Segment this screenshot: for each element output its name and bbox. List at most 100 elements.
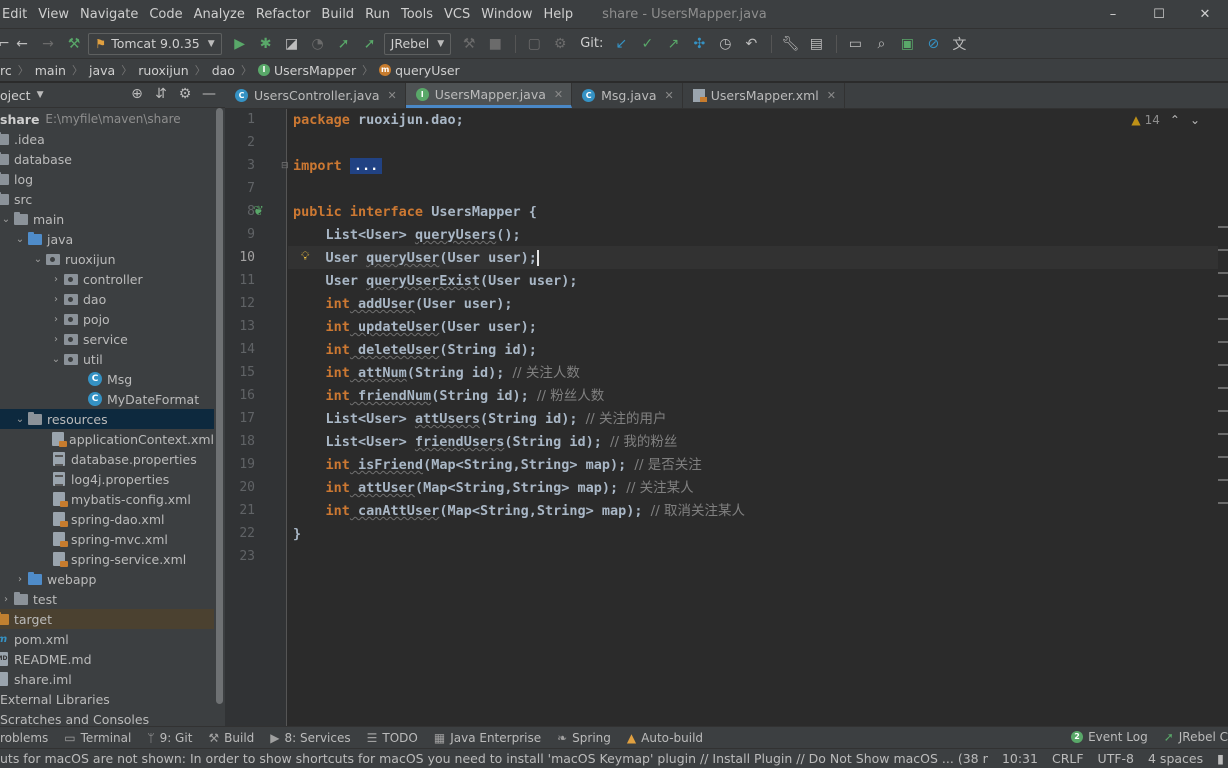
run-icon[interactable]: ▶ [228, 33, 252, 55]
gear-icon[interactable]: ⚙ [173, 86, 197, 102]
indent-setting[interactable]: 4 spaces [1148, 751, 1203, 766]
tree-item-external-libraries[interactable]: External Libraries [0, 689, 214, 709]
stripe-mark[interactable] [1218, 341, 1228, 343]
tool-jrebel-console[interactable]: ➚ JRebel C [1164, 730, 1228, 744]
stripe-mark[interactable] [1218, 318, 1228, 320]
git-commit-icon[interactable]: ✓ [635, 33, 659, 55]
jrebel-debug-icon[interactable]: ➚ [358, 33, 382, 55]
translate-icon[interactable]: 文 [947, 33, 971, 55]
crumb-usersmapper[interactable]: I UsersMapper 〉 [257, 62, 379, 78]
menu-tools[interactable]: Tools [399, 7, 435, 22]
terminal-icon[interactable]: ▭ [843, 33, 867, 55]
search-structure-icon[interactable]: ⚙ [548, 33, 572, 55]
error-stripe[interactable] [1218, 109, 1228, 726]
profile-icon[interactable]: ◔ [306, 33, 330, 55]
maximize-button[interactable]: ☐ [1136, 7, 1182, 22]
tree-item-spring-service[interactable]: spring-service.xml [0, 549, 214, 569]
menu-window[interactable]: Window [479, 7, 534, 22]
coverage-icon[interactable]: ◪ [280, 33, 304, 55]
stripe-mark[interactable] [1218, 272, 1228, 274]
forward-arrow-icon[interactable]: → [36, 33, 60, 55]
stripe-mark[interactable] [1218, 502, 1228, 504]
menu-build[interactable]: Build [319, 7, 356, 22]
rollback-icon[interactable]: ↶ [739, 33, 763, 55]
tree-item-mybatis-config[interactable]: mybatis-config.xml [0, 489, 214, 509]
tree-item-resources[interactable]: ⌄ resources [0, 409, 214, 429]
crumb-java[interactable]: java 〉 [89, 62, 138, 78]
minimize-button[interactable]: – [1090, 7, 1136, 22]
close-icon[interactable]: ✕ [665, 89, 674, 102]
caret-position[interactable]: 10:31 [1002, 751, 1038, 766]
tree-item-readme[interactable]: MD README.md [0, 649, 214, 669]
stripe-mark[interactable] [1218, 479, 1228, 481]
chevron-right-icon[interactable]: › [50, 294, 62, 305]
tree-item-util[interactable]: ⌄ util [0, 349, 214, 369]
tool-build[interactable]: ⚒ Build [208, 731, 254, 745]
tool-terminal[interactable]: ▭ Terminal [64, 731, 131, 745]
tree-item-share-iml[interactable]: share.iml [0, 669, 214, 689]
tree-item-pojo[interactable]: › pojo [0, 309, 214, 329]
tool-problems[interactable]: roblems [0, 731, 48, 745]
database-icon[interactable]: ▣ [895, 33, 919, 55]
tab-usersmapper[interactable]: I UsersMapper.java ✕ [405, 83, 573, 108]
tree-item-controller[interactable]: › controller [0, 269, 214, 289]
chevron-right-icon[interactable]: › [50, 274, 62, 285]
status-message[interactable]: uts for macOS are not shown: In order to… [0, 751, 1065, 766]
tool-services[interactable]: ▶ 8: Services [270, 731, 350, 745]
stripe-mark[interactable] [1218, 387, 1228, 389]
crumb-ruoxijun[interactable]: ruoxijun 〉 [138, 62, 212, 78]
stripe-mark[interactable] [1218, 456, 1228, 458]
stripe-mark[interactable] [1218, 295, 1228, 297]
menu-refactor[interactable]: Refactor [254, 7, 313, 22]
tree-item-target[interactable]: target [0, 609, 214, 629]
tree-item-java[interactable]: ⌄ java [0, 229, 214, 249]
tree-item-dao[interactable]: › dao [0, 289, 214, 309]
chevron-right-icon[interactable]: › [50, 334, 62, 345]
inspection-widget[interactable]: ▲ 14 ⌃ ⌄ [1131, 113, 1200, 127]
lock-icon[interactable]: ▮ [1217, 751, 1224, 766]
attach-icon[interactable]: ▢ [522, 33, 546, 55]
implementation-gutter-icon[interactable]: ❦ [253, 204, 264, 219]
chevron-right-icon[interactable]: › [50, 314, 62, 325]
tab-usersmapper-xml[interactable]: UsersMapper.xml ✕ [683, 83, 845, 108]
tree-item-msg[interactable]: C Msg [0, 369, 214, 389]
crumb-src[interactable]: rc 〉 [0, 62, 35, 78]
chevron-up-icon[interactable]: ⌃ [1170, 113, 1180, 127]
close-icon[interactable]: ✕ [827, 89, 836, 102]
build-hammer-icon[interactable]: ⚒ [62, 33, 86, 55]
tree-item-src[interactable]: src [0, 189, 214, 209]
back-arrow-icon[interactable]: ← [10, 33, 34, 55]
run-config-select[interactable]: ⚑ Tomcat 9.0.35 ▼ [88, 32, 222, 55]
tree-item-log4j-properties[interactable]: log4j.properties [0, 469, 214, 489]
tree-item-service[interactable]: › service [0, 329, 214, 349]
tree-item-test[interactable]: › test [0, 589, 214, 609]
debug-icon[interactable]: ✱ [254, 33, 278, 55]
menu-help[interactable]: Help [542, 7, 576, 22]
tree-item-applicationcontext[interactable]: applicationContext.xml [0, 429, 214, 449]
tree-item-scratches[interactable]: Scratches and Consoles [0, 709, 214, 727]
menu-run[interactable]: Run [363, 7, 392, 22]
crumb-main[interactable]: main 〉 [35, 62, 89, 78]
crumb-queryuser[interactable]: m queryUser [379, 63, 460, 78]
tool-todo[interactable]: ☰ TODO [367, 731, 418, 745]
hide-icon[interactable]: — [197, 86, 221, 102]
stripe-mark[interactable] [1218, 226, 1228, 228]
stop-icon[interactable]: ■ [483, 33, 507, 55]
update-icon[interactable]: ⚒ [457, 33, 481, 55]
menu-vcs[interactable]: VCS [442, 7, 472, 22]
crumb-dao[interactable]: dao 〉 [212, 62, 258, 78]
tool-event-log[interactable]: 2 Event Log [1071, 730, 1148, 744]
tree-item-main[interactable]: ⌄ main [0, 209, 214, 229]
file-encoding[interactable]: UTF-8 [1098, 751, 1134, 766]
folded-imports[interactable]: ... [349, 158, 383, 174]
close-window-button[interactable]: ✕ [1182, 7, 1228, 22]
tab-msg[interactable]: C Msg.java ✕ [572, 83, 683, 108]
git-merge-icon[interactable]: ✣ [687, 33, 711, 55]
tree-item-spring-mvc[interactable]: spring-mvc.xml [0, 529, 214, 549]
code-editor[interactable]: ▲ 14 ⌃ ⌄ package ruoxijun.dao; import ..… [288, 109, 1218, 726]
tree-item-idea[interactable]: .idea [0, 129, 214, 149]
menu-code[interactable]: Code [147, 7, 184, 22]
history-icon[interactable]: ◷ [713, 33, 737, 55]
project-structure-icon[interactable]: ▤ [804, 33, 828, 55]
tree-item-ruoxijun[interactable]: ⌄ ruoxijun [0, 249, 214, 269]
